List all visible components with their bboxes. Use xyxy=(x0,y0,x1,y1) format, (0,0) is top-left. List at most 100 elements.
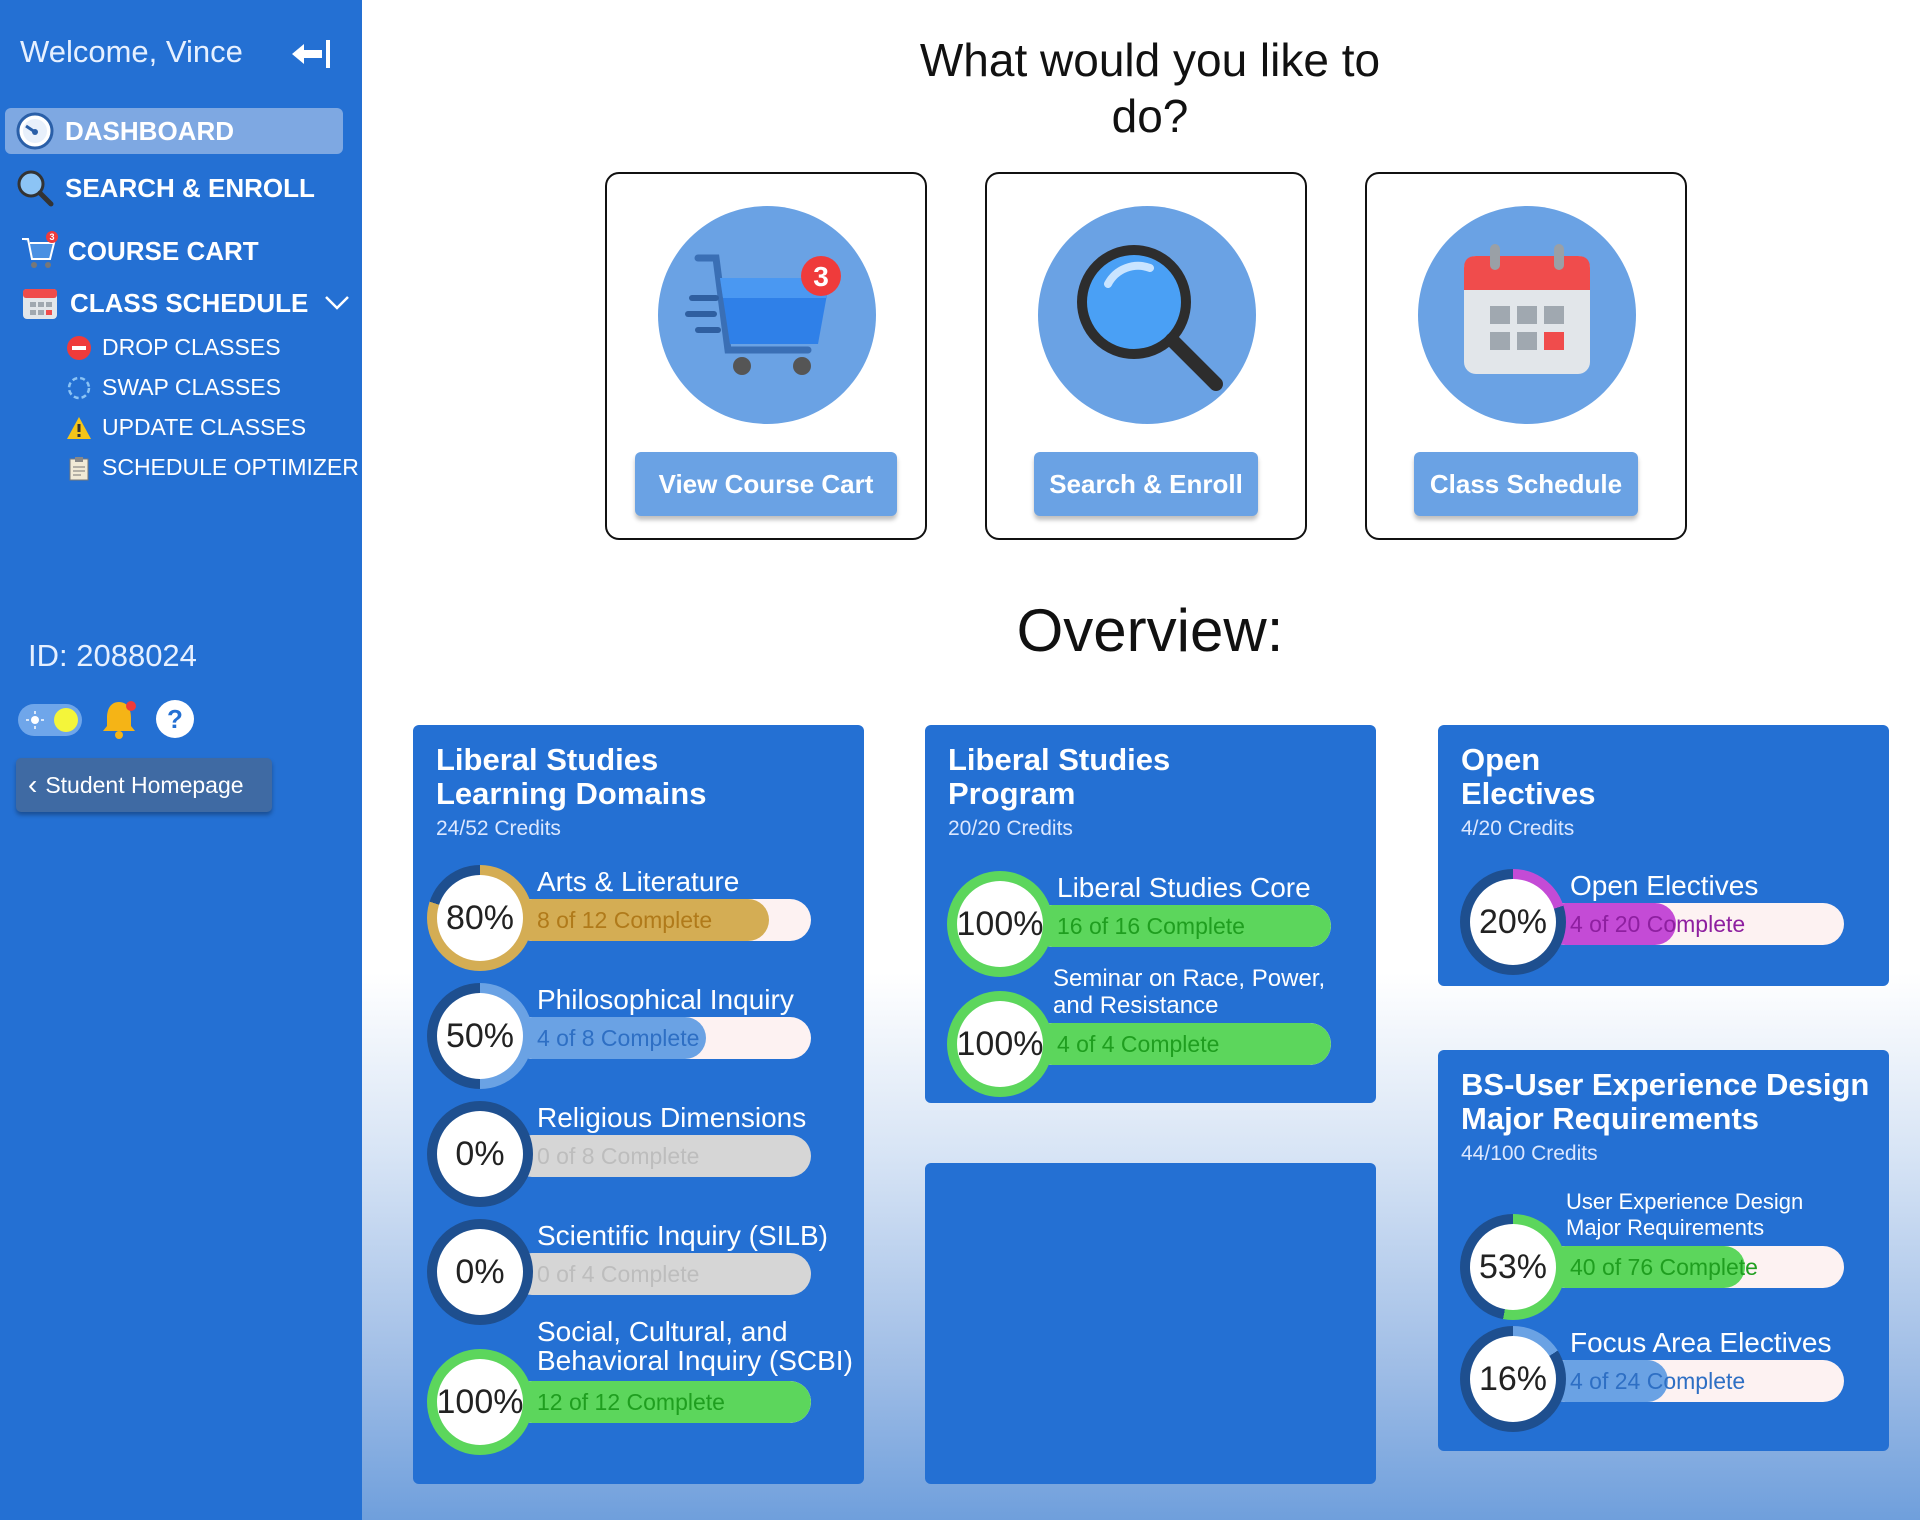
nav-search-enroll-label: SEARCH & ENROLL xyxy=(65,172,315,203)
req-label: Focus Area Electives xyxy=(1570,1327,1832,1358)
theme-toggle[interactable] xyxy=(18,704,82,736)
nav-swap-classes[interactable]: SWAP CLASSES xyxy=(66,374,281,401)
search-icon xyxy=(17,170,54,207)
progress-text: 0 of 8 Complete xyxy=(537,1143,700,1169)
student-homepage-label: Student Homepage xyxy=(45,771,244,798)
dashboard-gauge-icon xyxy=(16,112,54,150)
calendar-illustration xyxy=(1418,206,1636,424)
notification-bell-icon[interactable] xyxy=(98,698,140,740)
percent-ring: 0% xyxy=(427,1101,533,1207)
percent-ring: 50% xyxy=(427,983,533,1089)
percent-ring: 16% xyxy=(1460,1326,1566,1432)
panel-title-line1: Open xyxy=(1461,742,1541,777)
panel-empty xyxy=(925,1163,1376,1484)
calendar-icon xyxy=(23,289,57,319)
req-ux-major-requirements: User Experience Design Major Requirement… xyxy=(1460,1186,1880,1320)
chevron-down-icon[interactable] xyxy=(324,295,350,311)
req-open-electives: Open Electives 4 of 20 Complete 20% xyxy=(1460,863,1880,975)
panel-title-line2: Electives xyxy=(1461,776,1596,811)
class-schedule-button[interactable]: Class Schedule xyxy=(1414,452,1638,516)
progress-bar: 4 of 8 Complete xyxy=(511,1017,811,1059)
nav-class-schedule[interactable]: CLASS SCHEDULE xyxy=(20,283,350,323)
percent-text: 0% xyxy=(437,1111,523,1197)
req-label-line1: Seminar on Race, Power, xyxy=(1053,965,1326,992)
student-homepage-button[interactable]: ‹ Student Homepage xyxy=(16,758,272,812)
percent-text: 20% xyxy=(1470,879,1556,965)
shopping-cart-icon: 3 xyxy=(685,254,841,375)
req-label: Arts & Literature xyxy=(537,866,740,897)
nav-update-classes-label: UPDATE CLASSES xyxy=(102,414,307,440)
progress-text: 4 of 8 Complete xyxy=(537,1025,700,1051)
req-label: Scientific Inquiry (SILB) xyxy=(537,1220,828,1251)
help-button[interactable]: ? xyxy=(156,700,194,738)
nav-update-classes[interactable]: UPDATE CLASSES xyxy=(66,414,306,441)
minus-circle-icon xyxy=(67,335,91,360)
panel-liberal-studies-learning-domains: Liberal Studies Learning Domains 24/52 C… xyxy=(413,725,864,1484)
req-seminar-race-power: Seminar on Race, Power, and Resistance 4… xyxy=(947,957,1367,1097)
course-cart-card[interactable]: 3 View Course Cart xyxy=(605,172,927,540)
panel-open-electives: Open Electives 4/20 Credits Open Electiv… xyxy=(1438,725,1889,986)
panel-liberal-studies-program: Liberal Studies Program 20/20 Credits Li… xyxy=(925,725,1376,1103)
percent-ring: 53% xyxy=(1460,1214,1566,1320)
sun-icon xyxy=(26,711,44,729)
panel-title-line1: Liberal Studies xyxy=(436,742,659,777)
progress-text: 0 of 4 Complete xyxy=(537,1261,700,1287)
sidebar-cart-badge: 3 xyxy=(49,232,54,242)
progress-bar: 8 of 12 Complete xyxy=(511,899,811,941)
percent-text: 53% xyxy=(1470,1224,1556,1310)
sidebar: Welcome, Vince DASHBOARD SEARCH & ENROLL… xyxy=(0,0,362,1520)
progress-bar: 40 of 76 Complete xyxy=(1544,1246,1844,1288)
progress-text: 4 of 20 Complete xyxy=(1570,911,1746,937)
magnifier-icon xyxy=(1077,245,1223,391)
progress-text: 12 of 12 Complete xyxy=(537,1389,725,1415)
nav-dashboard[interactable]: DASHBOARD xyxy=(5,108,343,154)
page-title: What would you like to do? xyxy=(919,34,1381,142)
panel-title-line2: Major Requirements xyxy=(1461,1101,1760,1136)
nav-swap-classes-label: SWAP CLASSES xyxy=(102,374,281,400)
course-cart-illustration: 3 xyxy=(658,206,876,424)
class-schedule-card[interactable]: Class Schedule xyxy=(1365,172,1687,540)
req-label: Liberal Studies Core xyxy=(1057,872,1311,903)
swap-cycle-icon xyxy=(67,376,91,399)
req-label-line2: Major Requirements xyxy=(1566,1215,1765,1240)
student-id: ID: 2088024 xyxy=(28,638,197,673)
req-label: Open Electives xyxy=(1570,870,1759,901)
panel-title-line1: Liberal Studies xyxy=(948,742,1171,777)
percent-text: 16% xyxy=(1470,1336,1556,1422)
percent-text: 100% xyxy=(437,1359,523,1445)
progress-bar: 4 of 4 Complete xyxy=(1031,1023,1331,1065)
search-enroll-button[interactable]: Search & Enroll xyxy=(1034,452,1258,516)
req-focus-area-electives: Focus Area Electives 4 of 24 Complete 16… xyxy=(1460,1322,1880,1432)
nav-schedule-optimizer-label: SCHEDULE OPTIMIZER xyxy=(102,454,359,480)
percent-ring: 80% xyxy=(427,865,533,971)
progress-text: 4 of 24 Complete xyxy=(1570,1368,1746,1394)
req-arts-literature: Arts & Literature 8 of 12 Complete 80% xyxy=(427,861,847,971)
req-label: Philosophical Inquiry xyxy=(537,984,794,1015)
percent-text: 80% xyxy=(437,875,523,961)
nav-dashboard-label: DASHBOARD xyxy=(65,115,234,146)
percent-ring: 100% xyxy=(947,991,1053,1097)
panel-credits: 44/100 Credits xyxy=(1461,1142,1598,1165)
percent-ring: 20% xyxy=(1460,869,1566,975)
warning-icon xyxy=(67,416,91,439)
nav-search-enroll[interactable]: SEARCH & ENROLL xyxy=(15,168,315,208)
req-label-line1: Social, Cultural, and xyxy=(537,1316,788,1347)
search-enroll-card[interactable]: Search & Enroll xyxy=(985,172,1307,540)
progress-bar: 4 of 24 Complete xyxy=(1544,1360,1844,1402)
collapse-sidebar-icon[interactable] xyxy=(288,38,332,70)
progress-text: 8 of 12 Complete xyxy=(537,907,713,933)
nav-drop-classes[interactable]: DROP CLASSES xyxy=(66,334,281,361)
percent-ring: 0% xyxy=(427,1219,533,1325)
req-scbi: Social, Cultural, and Behavioral Inquiry… xyxy=(427,1315,853,1455)
progress-bar: 4 of 20 Complete xyxy=(1544,903,1844,945)
progress-text: 16 of 16 Complete xyxy=(1057,913,1245,939)
view-course-cart-button[interactable]: View Course Cart xyxy=(635,452,897,516)
req-label-line2: and Resistance xyxy=(1053,992,1219,1019)
panel-title-line2: Learning Domains xyxy=(436,776,707,811)
panel-credits: 4/20 Credits xyxy=(1461,817,1575,840)
nav-schedule-optimizer[interactable]: SCHEDULE OPTIMIZER xyxy=(66,454,359,481)
nav-course-cart[interactable]: 3 COURSE CART xyxy=(18,231,259,271)
cart-icon: 3 xyxy=(22,231,58,268)
panel-credits: 20/20 Credits xyxy=(948,817,1073,840)
nav-drop-classes-label: DROP CLASSES xyxy=(102,334,281,360)
